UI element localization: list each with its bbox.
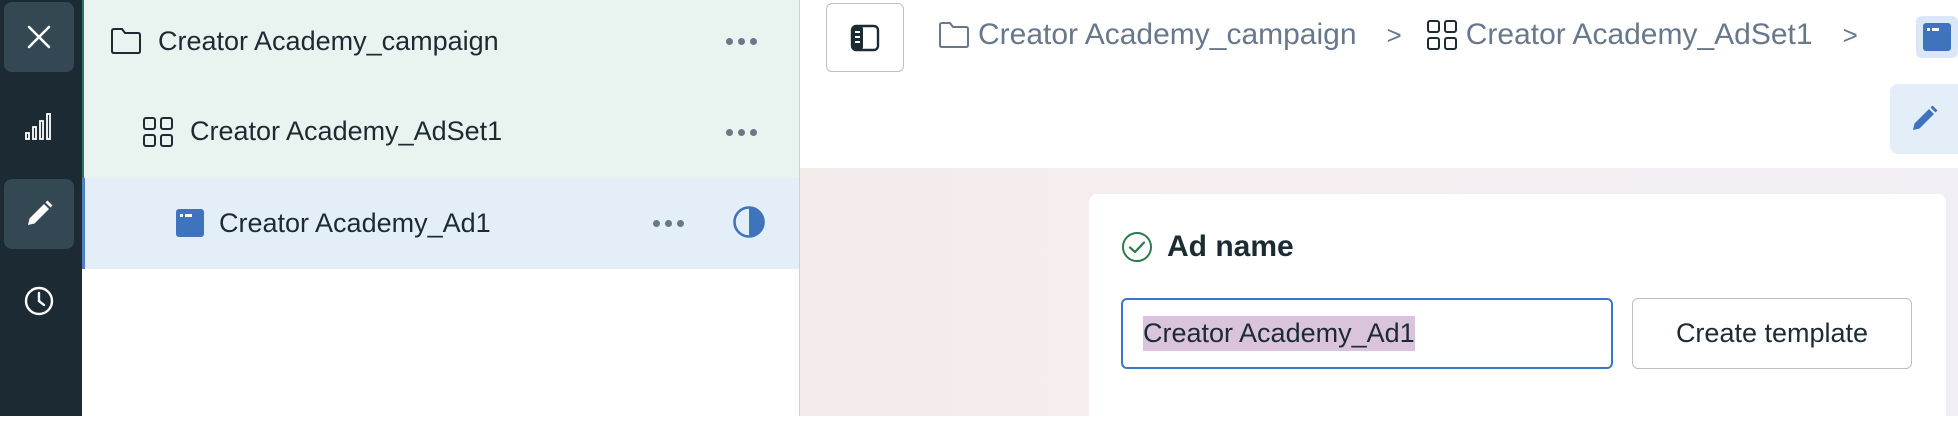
breadcrumb-separator: >: [1386, 19, 1402, 50]
close-button[interactable]: [4, 2, 74, 72]
ad-name-header: Ad name: [1121, 230, 1294, 264]
breadcrumb-label: Creator Academy_AdSet1: [1465, 18, 1813, 51]
check-circle-icon: [1122, 232, 1152, 262]
tree-item-ad[interactable]: Creator Academy_Ad1: [82, 178, 799, 269]
pencil-icon: [28, 200, 53, 225]
edit-mode-button[interactable]: [4, 179, 74, 249]
breadcrumb-item-adset[interactable]: Creator Academy_AdSet1: [1426, 18, 1813, 52]
insights-button[interactable]: [4, 91, 74, 161]
create-template-button[interactable]: Create template: [1632, 298, 1912, 369]
tree-item-label: Creator Academy_Ad1: [219, 208, 491, 238]
bar-chart-icon: [25, 113, 51, 140]
breadcrumb-separator: >: [1842, 19, 1858, 50]
campaign-tree: Creator Academy_campaign Creator Academy…: [82, 0, 800, 416]
more-options-button[interactable]: [726, 38, 757, 45]
editor-content: Ad name Creator Academy_Ad1 Create templ…: [800, 168, 1958, 432]
ad-icon: [1923, 23, 1951, 51]
tree-item-adset[interactable]: Creator Academy_AdSet1: [82, 89, 799, 178]
half-circle-icon[interactable]: [732, 205, 766, 239]
more-options-button[interactable]: [653, 220, 684, 227]
clock-icon: [24, 286, 54, 316]
folder-icon: [939, 22, 969, 48]
breadcrumb-item-ad[interactable]: [1916, 16, 1958, 58]
ad-name-card: Ad name Creator Academy_Ad1 Create templ…: [1089, 194, 1946, 432]
history-button[interactable]: [4, 266, 74, 336]
section-title: Ad name: [1167, 230, 1294, 263]
ad-name-input[interactable]: Creator Academy_Ad1: [1121, 298, 1613, 369]
ad-name-input-value: Creator Academy_Ad1: [1143, 316, 1415, 351]
breadcrumb-item-campaign[interactable]: Creator Academy_campaign: [938, 18, 1357, 52]
grid-icon: [142, 116, 174, 148]
editor-header: Creator Academy_campaign > Creator Acade…: [800, 0, 1958, 168]
toggle-sidebar-button[interactable]: [826, 3, 904, 72]
sidebar-toggle-icon: [850, 24, 880, 51]
tree-item-label: Creator Academy_campaign: [158, 26, 499, 56]
grid-icon: [1426, 20, 1457, 50]
tree-item-campaign[interactable]: Creator Academy_campaign: [82, 0, 799, 89]
pencil-icon: [1913, 105, 1938, 130]
tree-item-label: Creator Academy_AdSet1: [190, 116, 503, 146]
left-rail: [0, 0, 82, 416]
breadcrumb: Creator Academy_campaign > Creator Acade…: [938, 18, 1882, 52]
breadcrumb-label: Creator Academy_campaign: [978, 18, 1357, 51]
folder-icon: [110, 27, 142, 55]
close-icon: [27, 25, 51, 49]
edit-panel-button[interactable]: [1890, 84, 1958, 154]
ad-icon: [176, 209, 204, 237]
more-options-button[interactable]: [726, 129, 757, 136]
